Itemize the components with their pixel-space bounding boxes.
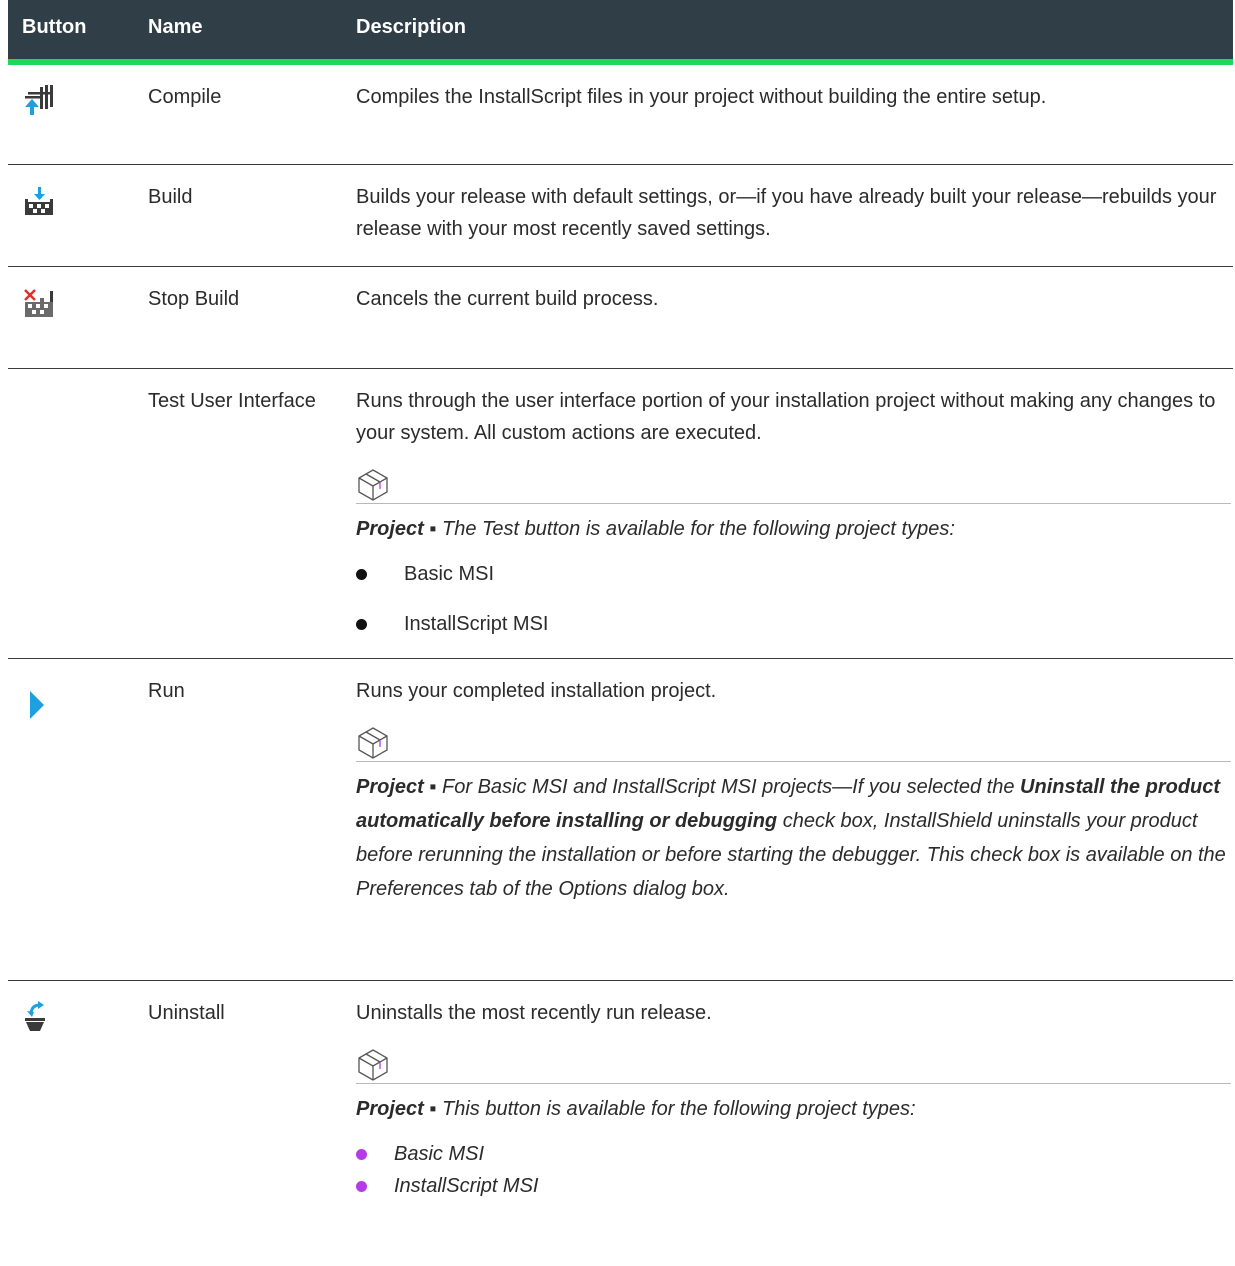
row-description: Compiles the InstallScript files in your… bbox=[356, 86, 1047, 108]
project-box-icon bbox=[356, 467, 1227, 503]
note-text-before: For Basic MSI and InstallScript MSI proj… bbox=[442, 775, 1015, 798]
note-label: Project ▪ bbox=[356, 775, 437, 798]
list-item: InstallScript MSI bbox=[356, 608, 1227, 640]
note-divider bbox=[356, 760, 1231, 762]
note-text: The Test button is available for the fol… bbox=[442, 517, 955, 540]
header-button: Button bbox=[8, 0, 138, 65]
row-name: Build bbox=[138, 164, 344, 267]
row-name: Test User Interface bbox=[138, 368, 344, 659]
list-item: InstallScript MSI bbox=[356, 1170, 1227, 1202]
build-icon bbox=[22, 185, 138, 217]
row-description: Builds your release with default setting… bbox=[356, 185, 1217, 240]
header-name: Name bbox=[138, 0, 344, 65]
row-name: Compile bbox=[138, 62, 344, 165]
row-name: Uninstall bbox=[148, 1001, 225, 1024]
row-description: Runs through the user interface portion … bbox=[356, 389, 1216, 444]
row-description: Runs your completed installation project… bbox=[356, 679, 717, 702]
row-description: Cancels the current build process. bbox=[356, 287, 659, 310]
note-text: This button is available for the followi… bbox=[442, 1097, 916, 1120]
table-row-build: Build Builds your release with default s… bbox=[8, 164, 1233, 267]
note-divider bbox=[356, 502, 1231, 504]
run-icon bbox=[22, 689, 138, 721]
header-description: Description bbox=[344, 0, 1233, 65]
project-box-icon bbox=[356, 1047, 1227, 1083]
stop-build-icon bbox=[22, 287, 138, 319]
note-label: Project ▪ bbox=[356, 517, 437, 540]
project-note: Project ▪ The Test button is available f… bbox=[356, 467, 1231, 640]
project-types-list: Basic MSI InstallScript MSI bbox=[356, 1138, 1227, 1202]
table-row-compile: Compile Compiles the InstallScript files… bbox=[8, 62, 1233, 165]
table-row-stop-build: Stop Build Cancels the current build pro… bbox=[8, 266, 1233, 369]
note-divider bbox=[356, 1082, 1231, 1084]
compile-icon bbox=[22, 85, 138, 117]
table-header-row: Button Name Description bbox=[8, 0, 1233, 65]
row-name: Run bbox=[138, 658, 344, 981]
uninstall-icon bbox=[22, 1000, 138, 1033]
table-row-uninstall: Uninstall Uninstalls the most recently r… bbox=[8, 980, 1233, 1202]
project-note: Project ▪ For Basic MSI and InstallScrip… bbox=[356, 725, 1231, 906]
row-description: Uninstalls the most recently run release… bbox=[356, 1001, 712, 1024]
table-row-test-user-interface: Test User Interface Runs through the use… bbox=[8, 368, 1233, 659]
list-item: Basic MSI bbox=[356, 1138, 1227, 1170]
project-box-icon bbox=[356, 725, 1227, 761]
toolbar-buttons-table: Button Name Description Compile Compiles… bbox=[8, 0, 1233, 1202]
row-name: Stop Build bbox=[138, 266, 344, 369]
project-types-list: Basic MSI InstallScript MSI bbox=[356, 558, 1227, 640]
note-label: Project ▪ bbox=[356, 1097, 437, 1120]
table-row-run: Run Runs your completed installation pro… bbox=[8, 658, 1233, 981]
list-item: Basic MSI bbox=[356, 558, 1227, 590]
project-note: Project ▪ This button is available for t… bbox=[356, 1047, 1231, 1202]
